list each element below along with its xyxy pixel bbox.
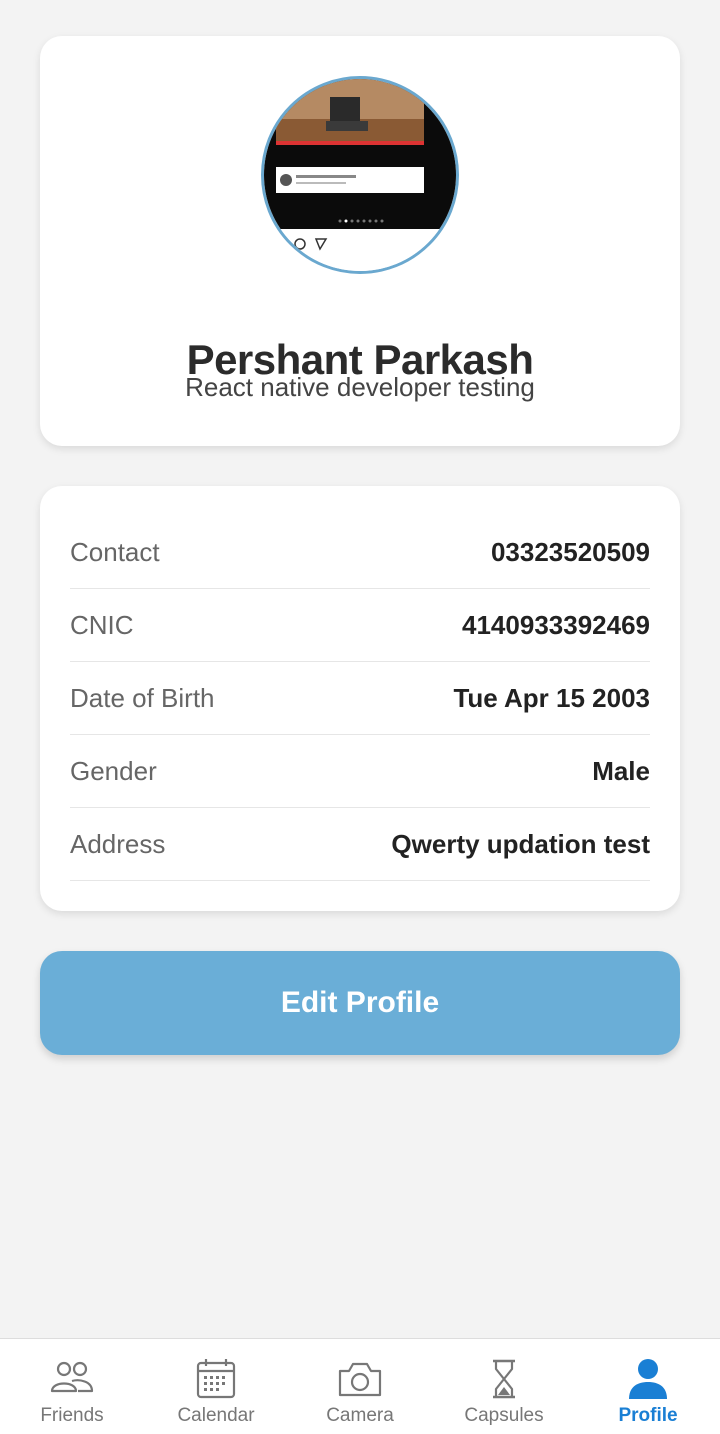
detail-label: CNIC	[70, 609, 134, 640]
profile-screen: Pershant Parkash React native developer …	[0, 0, 720, 1434]
detail-row-gender: Gender Male	[70, 735, 650, 808]
detail-value: Tue Apr 15 2003	[453, 682, 650, 713]
tab-label: Calendar	[177, 1405, 255, 1426]
detail-label: Date of Birth	[70, 682, 215, 713]
tab-label: Capsules	[464, 1405, 544, 1426]
detail-row-date-of-birth: Date of Birth Tue Apr 15 2003	[70, 662, 650, 735]
tab-profile[interactable]: Profile	[576, 1339, 720, 1434]
avatar-image	[264, 79, 456, 271]
friends-icon	[49, 1357, 95, 1401]
detail-label: Gender	[70, 755, 157, 786]
person-icon	[625, 1357, 671, 1401]
edit-profile-button[interactable]: Edit Profile	[40, 951, 680, 1055]
detail-value: Male	[592, 755, 650, 786]
tab-label: Camera	[326, 1405, 394, 1426]
tab-capsules[interactable]: Capsules	[432, 1339, 576, 1434]
calendar-icon	[193, 1357, 239, 1401]
detail-label: Contact	[70, 536, 160, 567]
detail-row-contact: Contact 03323520509	[70, 516, 650, 589]
tab-calendar[interactable]: Calendar	[144, 1339, 288, 1434]
tab-friends[interactable]: Friends	[0, 1339, 144, 1434]
detail-value: 4140933392469	[462, 609, 650, 640]
tab-camera[interactable]: Camera	[288, 1339, 432, 1434]
detail-value: Qwerty updation test	[391, 828, 650, 859]
avatar[interactable]	[261, 76, 459, 274]
detail-row-cnic: CNIC 4140933392469	[70, 589, 650, 662]
tab-label: Friends	[40, 1405, 104, 1426]
profile-details-card: Contact 03323520509 CNIC 4140933392469 D…	[40, 486, 680, 911]
hourglass-icon	[481, 1357, 527, 1401]
detail-value: 03323520509	[490, 536, 650, 567]
detail-row-address: Address Qwerty updation test	[70, 808, 650, 881]
camera-icon	[337, 1357, 383, 1401]
profile-header-card: Pershant Parkash React native developer …	[40, 36, 680, 446]
tab-label: Profile	[618, 1405, 678, 1426]
detail-label: Address	[70, 828, 166, 859]
bottom-tab-bar: Friends Calendar Camera Capsules Profile	[0, 1338, 720, 1434]
profile-bio: React native developer testing	[185, 372, 535, 402]
